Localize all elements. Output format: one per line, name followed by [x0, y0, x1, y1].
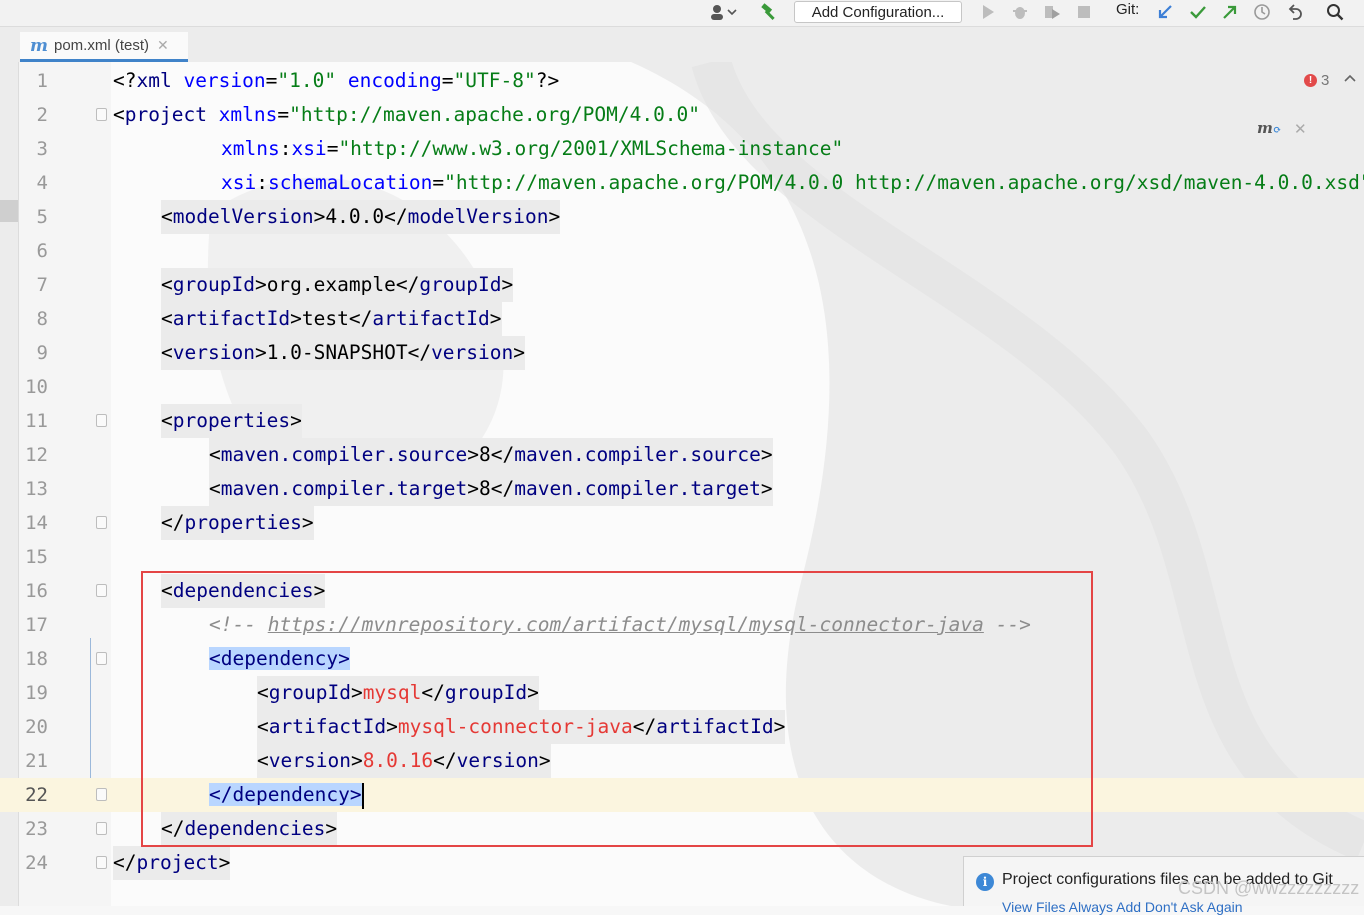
code-line: 6 [0, 234, 1364, 268]
code-text[interactable]: </properties> [161, 506, 314, 540]
history-icon[interactable] [1250, 2, 1274, 22]
line-number: 2 [36, 104, 48, 126]
code-text[interactable]: <modelVersion>4.0.0</modelVersion> [161, 200, 561, 234]
line-number: 4 [36, 172, 48, 194]
code-line: 13 <maven.compiler.target>8</maven.compi… [0, 472, 1364, 506]
line-number: 15 [25, 546, 48, 568]
git-push-icon[interactable] [1218, 2, 1242, 22]
code-text[interactable]: <artifactId>test</artifactId> [161, 302, 502, 336]
stop-icon[interactable] [1072, 2, 1096, 22]
line-number: 23 [25, 818, 48, 840]
code-line: 10 [0, 370, 1364, 404]
code-text[interactable]: <groupId>org.example</groupId> [161, 268, 514, 302]
line-number: 13 [25, 478, 48, 500]
line-number: 3 [36, 138, 48, 160]
line-number: 1 [36, 70, 48, 92]
code-line: 8 <artifactId>test</artifactId> [0, 302, 1364, 336]
line-number: 20 [25, 716, 48, 738]
code-text[interactable]: <maven.compiler.source>8</maven.compiler… [209, 438, 773, 472]
close-icon[interactable]: ✕ [157, 38, 169, 54]
code-line: 4 xsi:schemaLocation="http://maven.apach… [0, 166, 1364, 200]
code-line: 15 [0, 540, 1364, 574]
git-label: Git: [1116, 1, 1140, 18]
watermark: CSDN @wwzzzzzzzzz [1178, 878, 1360, 898]
add-configuration-button[interactable]: Add Configuration... [794, 1, 962, 23]
line-number: 7 [36, 274, 48, 296]
line-number: 22 [25, 784, 48, 806]
line-number: 19 [25, 682, 48, 704]
run-icon[interactable] [976, 2, 1000, 22]
code-line: 1 <?xml version="1.0" encoding="UTF-8"?> [0, 64, 1364, 98]
line-number: 24 [25, 852, 48, 874]
code-line: 9 <version>1.0-SNAPSHOT</version> [0, 336, 1364, 370]
fold-toggle[interactable] [96, 822, 107, 835]
tab-pom-xml[interactable]: m pom.xml (test) ✕ [20, 32, 188, 62]
fold-toggle[interactable] [96, 584, 107, 597]
maven-file-icon: m [30, 35, 48, 56]
fold-toggle[interactable] [96, 414, 107, 427]
search-icon[interactable] [1323, 2, 1347, 22]
line-number: 10 [25, 376, 48, 398]
line-number: 14 [25, 512, 48, 534]
git-commit-icon[interactable] [1186, 2, 1210, 22]
error-count: 3 [1321, 72, 1330, 89]
editor-tab-bar: m pom.xml (test) ✕ [0, 27, 1364, 63]
info-icon: i [976, 873, 994, 891]
code-line: 7 <groupId>org.example</groupId> [0, 268, 1364, 302]
line-number: 18 [25, 648, 48, 670]
debug-icon[interactable] [1008, 2, 1032, 22]
code-line: 2 <project xmlns="http://maven.apache.or… [0, 98, 1364, 132]
git-update-icon[interactable] [1153, 2, 1177, 22]
fold-toggle[interactable] [96, 516, 107, 529]
line-number: 9 [36, 342, 48, 364]
inspection-errors[interactable]: ! 3 [1304, 72, 1329, 89]
code-text[interactable]: xmlns:xsi="http://www.w3.org/2001/XMLSch… [221, 132, 843, 166]
line-number: 11 [25, 410, 48, 432]
code-text[interactable]: xsi:schemaLocation="http://maven.apache.… [221, 166, 1364, 200]
line-number: 12 [25, 444, 48, 466]
code-text[interactable]: <properties> [161, 404, 302, 438]
tab-label: pom.xml (test) [54, 37, 150, 54]
fold-toggle[interactable] [96, 652, 107, 665]
line-number: 16 [25, 580, 48, 602]
user-menu-icon[interactable] [706, 2, 740, 22]
code-line: 5 <modelVersion>4.0.0</modelVersion> [0, 200, 1364, 234]
fold-toggle[interactable] [96, 108, 107, 121]
line-number: 6 [36, 240, 48, 262]
coverage-icon[interactable] [1040, 2, 1064, 22]
code-text[interactable]: <version>1.0-SNAPSHOT</version> [161, 336, 525, 370]
main-toolbar: Add Configuration... Git: [0, 0, 1364, 27]
build-hammer-icon[interactable] [758, 2, 782, 22]
close-icon[interactable]: ✕ [1294, 120, 1307, 138]
fold-toggle[interactable] [96, 788, 107, 801]
chevron-up-icon[interactable] [1344, 71, 1356, 87]
line-number: 8 [36, 308, 48, 330]
line-number: 21 [25, 750, 48, 772]
code-text[interactable]: <?xml version="1.0" encoding="UTF-8"?> [113, 64, 559, 98]
code-line: 12 <maven.compiler.source>8</maven.compi… [0, 438, 1364, 472]
maven-reload-icon[interactable]: m⟳ [1257, 119, 1281, 137]
fold-toggle[interactable] [96, 856, 107, 869]
rollback-icon[interactable] [1284, 2, 1308, 22]
code-line: 11 <properties> [0, 404, 1364, 438]
line-number: 17 [25, 614, 48, 636]
code-line: 14 </properties> [0, 506, 1364, 540]
code-text[interactable]: <maven.compiler.target>8</maven.compiler… [209, 472, 773, 506]
notification-actions[interactable]: View Files Always Add Don't Ask Again [1002, 899, 1243, 915]
error-icon: ! [1304, 74, 1317, 87]
line-number: 5 [36, 206, 48, 228]
code-text[interactable]: </project> [113, 846, 231, 880]
highlight-annotation-box [141, 571, 1093, 847]
code-line: 3 xmlns:xsi="http://www.w3.org/2001/XMLS… [0, 132, 1364, 166]
code-text[interactable]: <project xmlns="http://maven.apache.org/… [113, 98, 700, 132]
